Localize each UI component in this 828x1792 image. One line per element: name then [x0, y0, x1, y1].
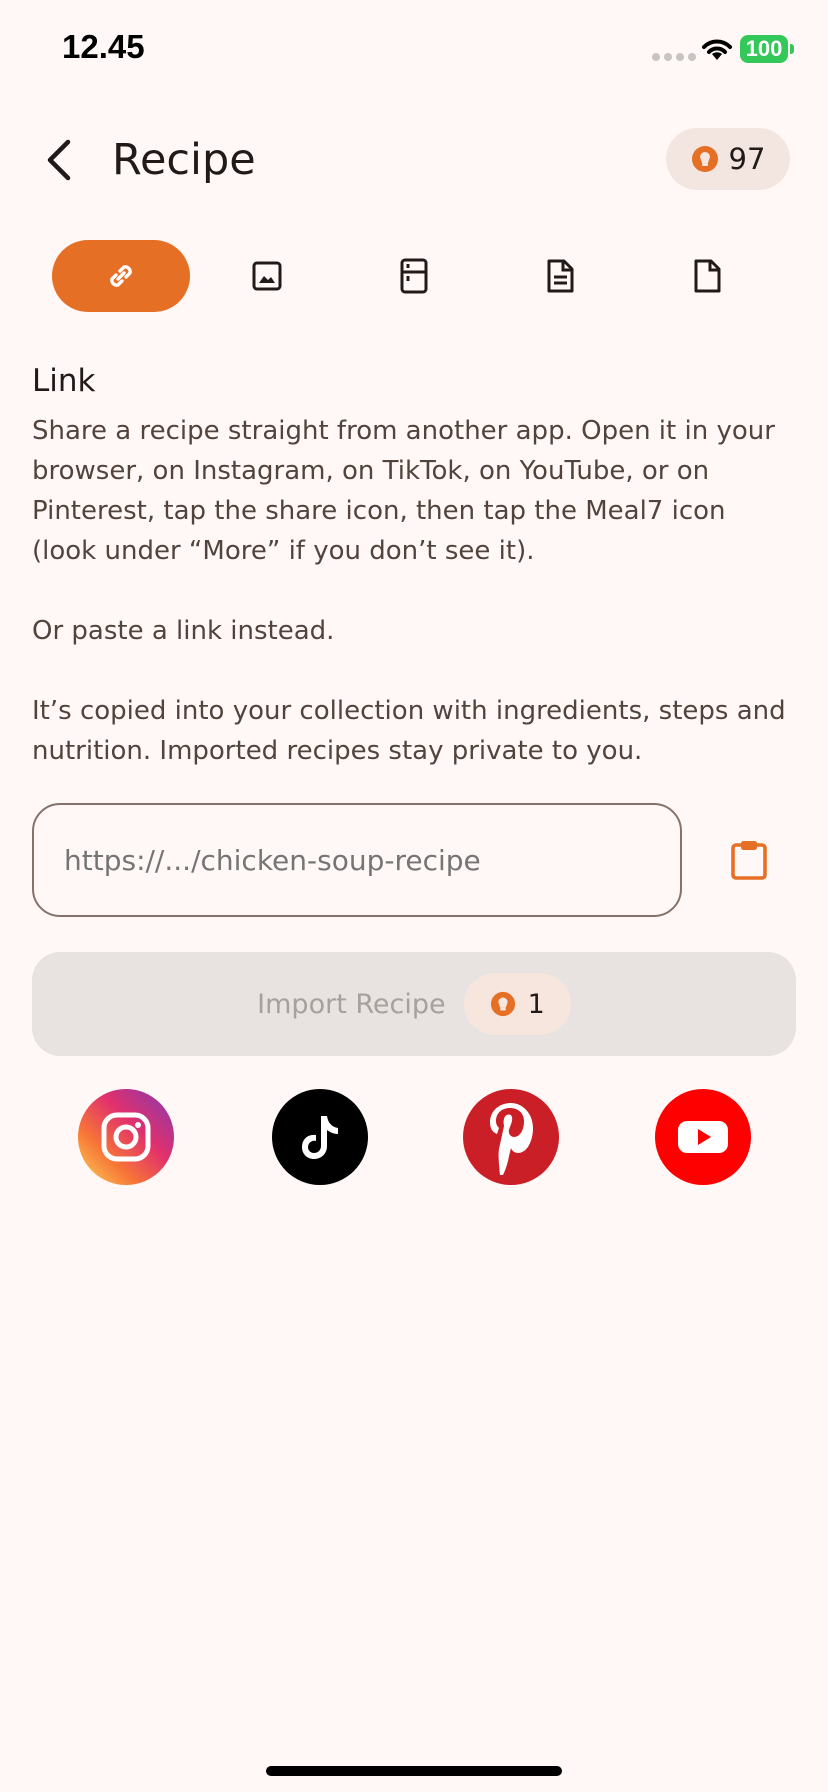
youtube-icon: [678, 1121, 728, 1153]
fridge-icon: [400, 258, 428, 294]
import-method-tabs: [52, 240, 776, 312]
battery-cap: [790, 44, 794, 54]
tab-document[interactable]: [491, 240, 629, 312]
instagram-icon: [101, 1112, 151, 1162]
credit-coin-icon: [490, 991, 515, 1017]
home-indicator[interactable]: [266, 1766, 562, 1776]
instructions-text: Share a recipe straight from another app…: [32, 416, 775, 566]
privacy-note-text: It’s copied into your collection with in…: [32, 696, 786, 766]
credit-coin-icon: [691, 146, 718, 172]
recipe-url-input[interactable]: [32, 803, 682, 917]
import-cost-chip: 1: [463, 973, 571, 1035]
link-icon: [110, 265, 132, 287]
credits-balance-chip[interactable]: 97: [666, 128, 790, 190]
tab-fridge[interactable]: [345, 240, 483, 312]
battery-level: 100: [745, 36, 783, 61]
import-cost-value: 1: [527, 988, 545, 1020]
chevron-left-icon: [47, 139, 71, 181]
tab-file[interactable]: [638, 240, 776, 312]
page-title: Recipe: [112, 135, 256, 185]
tab-link[interactable]: [52, 240, 190, 312]
pinterest-button[interactable]: [463, 1089, 559, 1185]
share-sources-row: [0, 1089, 828, 1185]
status-bar: 12.45 100: [0, 0, 828, 100]
tiktok-button[interactable]: [272, 1089, 368, 1185]
status-time: 12.45: [62, 28, 145, 65]
document-lines-icon: [547, 259, 574, 293]
import-recipe-button[interactable]: Import Recipe 1: [32, 952, 796, 1056]
pinterest-icon: [490, 1103, 533, 1175]
import-button-label: Import Recipe: [257, 988, 446, 1020]
back-button[interactable]: [36, 132, 80, 188]
instagram-button[interactable]: [78, 1089, 174, 1185]
paste-button[interactable]: [722, 832, 776, 888]
section-heading: Link: [32, 363, 96, 399]
file-icon: [694, 259, 721, 293]
cellular-signal-icon: [652, 53, 696, 61]
youtube-button[interactable]: [655, 1089, 751, 1185]
image-icon: [252, 261, 282, 291]
clipboard-icon: [731, 841, 767, 880]
tab-image[interactable]: [198, 240, 336, 312]
credits-count: 97: [728, 142, 766, 176]
tiktok-icon: [302, 1116, 338, 1159]
paste-hint-text: Or paste a link instead.: [32, 616, 335, 646]
battery-indicator: 100: [740, 35, 788, 63]
wifi-icon: [702, 39, 732, 60]
